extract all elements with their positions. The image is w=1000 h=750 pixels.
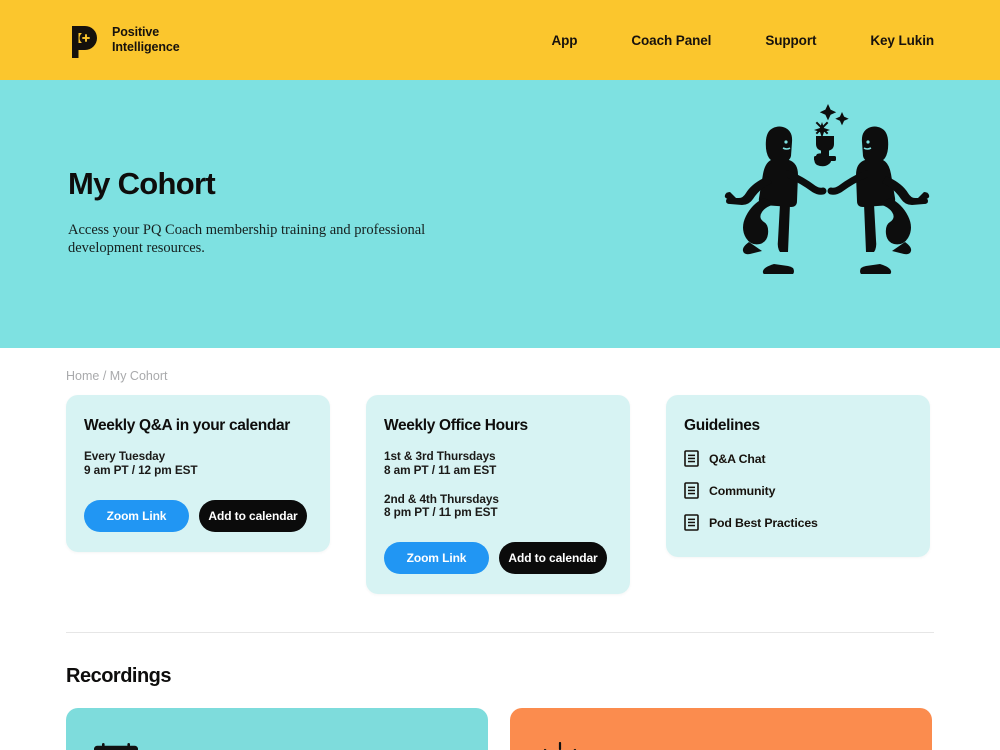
recording-card-lightbulb[interactable] xyxy=(510,708,932,750)
nav-item-support[interactable]: Support xyxy=(765,27,816,54)
hero-section: My Cohort Access your PQ Coach membershi… xyxy=(0,80,1000,348)
calendar-icon xyxy=(94,742,138,750)
breadcrumb: Home / My Cohort xyxy=(66,348,934,383)
weekly-office-hours-card-title: Weekly Office Hours xyxy=(384,417,528,434)
page-title: My Cohort xyxy=(68,166,216,201)
schedule-time: 8 am PT / 11 am EST xyxy=(384,462,497,477)
breadcrumb-separator: / xyxy=(102,369,107,383)
add-to-calendar-button[interactable]: Add to calendar xyxy=(199,499,307,532)
guideline-link-qa-chat[interactable]: Q&A Chat xyxy=(684,450,912,467)
recordings-section-title: Recordings xyxy=(66,665,172,688)
document-icon xyxy=(684,514,699,531)
lightbulb-icon xyxy=(538,742,582,750)
guideline-link-community[interactable]: Community xyxy=(684,482,912,499)
main-navigation: App Coach Panel Support Key Lukin xyxy=(551,27,934,54)
schedule-day: Every Tuesday xyxy=(84,449,166,463)
schedule-block: 2nd & 4th Thursdays 8 pm PT / 11 pm EST xyxy=(384,491,612,521)
document-icon xyxy=(684,482,699,499)
breadcrumb-current: My Cohort xyxy=(109,369,168,383)
nav-item-app[interactable]: App xyxy=(551,27,577,54)
info-card-row: Weekly Q&A in your calendar Every Tuesda… xyxy=(66,395,934,595)
breadcrumb-home[interactable]: Home xyxy=(66,369,99,383)
guideline-label: Q&A Chat xyxy=(709,451,766,466)
schedule-time: 9 am PT / 12 pm EST xyxy=(84,462,198,477)
two-people-handshake-celebration-illustration-icon xyxy=(724,94,934,275)
weekly-qa-card-title: Weekly Q&A in your calendar xyxy=(84,417,290,434)
schedule-block: 1st & 3rd Thursdays 8 am PT / 11 am EST xyxy=(384,449,612,478)
weekly-qa-button-row: Zoom Link Add to calendar xyxy=(84,499,312,532)
logo-text: Positive Intelligence xyxy=(112,25,180,54)
schedule-time: 8 pm PT / 11 pm EST xyxy=(384,505,498,520)
positive-intelligence-p-plus-logo-icon xyxy=(66,21,102,59)
page-subtitle: Access your PQ Coach membership training… xyxy=(68,222,426,257)
site-header: Positive Intelligence App Coach Panel Su… xyxy=(0,0,1000,80)
weekly-office-hours-card: Weekly Office Hours 1st & 3rd Thursdays … xyxy=(366,395,630,595)
recording-card-calendar[interactable] xyxy=(66,708,488,750)
guideline-label: Pod Best Practices xyxy=(709,515,818,530)
nav-item-account-key-lukin[interactable]: Key Lukin xyxy=(870,27,934,54)
schedule-block: Every Tuesday 9 am PT / 12 pm EST xyxy=(84,449,312,478)
logo-link[interactable]: Positive Intelligence xyxy=(66,21,180,59)
zoom-link-button[interactable]: Zoom Link xyxy=(84,499,189,532)
document-icon xyxy=(684,450,699,467)
guidelines-card: Guidelines Q&A Chat Community Pod Best P… xyxy=(666,395,930,557)
main-content: Home / My Cohort Weekly Q&A in your cale… xyxy=(0,348,1000,750)
office-hours-button-row: Zoom Link Add to calendar xyxy=(384,542,612,575)
nav-item-coach-panel[interactable]: Coach Panel xyxy=(631,27,711,54)
guideline-label: Community xyxy=(709,483,776,498)
section-divider xyxy=(66,632,934,634)
guidelines-card-title: Guidelines xyxy=(684,417,760,434)
schedule-day: 2nd & 4th Thursdays xyxy=(384,491,499,506)
guideline-link-pod-best-practices[interactable]: Pod Best Practices xyxy=(684,514,912,531)
schedule-day: 1st & 3rd Thursdays xyxy=(384,449,496,463)
weekly-qa-card: Weekly Q&A in your calendar Every Tuesda… xyxy=(66,395,330,552)
add-to-calendar-button[interactable]: Add to calendar xyxy=(499,542,607,575)
recordings-card-row xyxy=(66,708,934,750)
zoom-link-button[interactable]: Zoom Link xyxy=(384,542,489,575)
